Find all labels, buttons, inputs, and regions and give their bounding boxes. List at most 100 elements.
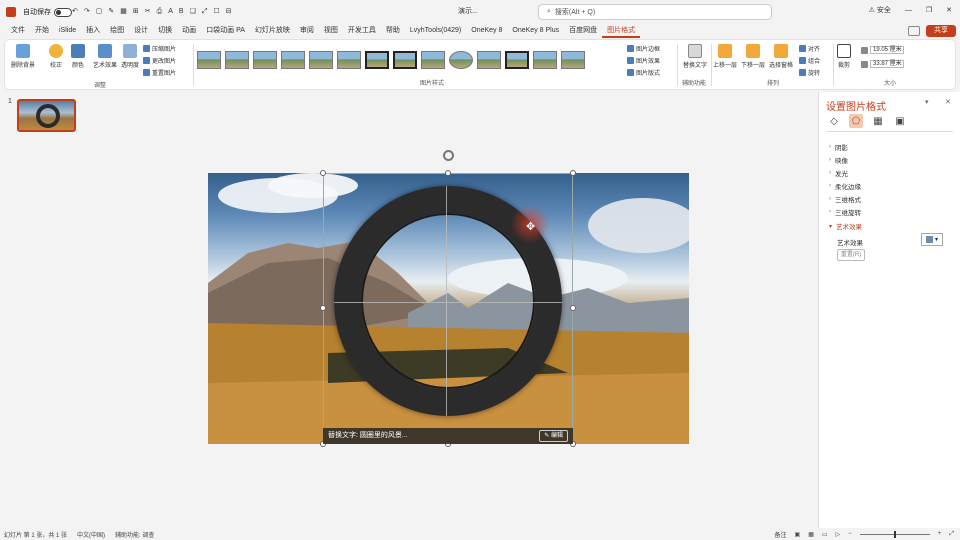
section-3d-rotation[interactable]: › 三维旋转 (829, 207, 861, 217)
tab-10[interactable]: 审阅 (295, 24, 319, 38)
comment-icon[interactable] (908, 26, 920, 36)
section-soft-edges[interactable]: › 柔化边缘 (829, 181, 861, 191)
slideshow-icon[interactable]: ▷ (836, 531, 841, 538)
picture-style-thumb[interactable] (393, 51, 417, 69)
section-artistic-effects[interactable]: ▾ 艺术效果 (829, 221, 862, 232)
qat-save-icon[interactable]: ▢ (94, 6, 105, 18)
resize-handle[interactable] (320, 170, 326, 176)
rotate-handle-icon[interactable] (443, 150, 454, 161)
picture-style-thumb[interactable] (505, 51, 529, 69)
group-button[interactable]: 组合 (799, 56, 820, 65)
qat-resize-icon[interactable]: ⤢ (200, 6, 210, 18)
reset-button[interactable]: 重置(R) (837, 249, 865, 261)
width-field[interactable]: 33.87 厘米 (861, 60, 904, 68)
tab-8[interactable]: 口袋动画 PA (201, 24, 250, 38)
picture-style-thumb[interactable] (281, 51, 305, 69)
send-backward-button[interactable]: 下移一层 (741, 44, 765, 69)
picture-category-icon[interactable]: ▣ (893, 114, 907, 128)
tab-3[interactable]: 插入 (81, 24, 105, 38)
width-input[interactable]: 33.87 厘米 (870, 60, 904, 68)
picture-layout-button[interactable]: 图片版式 (627, 68, 660, 77)
tab-2[interactable]: iSlide (54, 24, 81, 38)
tab-11[interactable]: 视图 (319, 24, 343, 38)
pane-close-icon[interactable]: ✕ (945, 98, 951, 106)
file-name[interactable]: 演示... (458, 6, 478, 16)
autosave-toggle[interactable] (54, 7, 72, 17)
accessibility-status[interactable]: 辅助功能: 调查 (115, 530, 154, 539)
picture-style-thumb[interactable] (253, 51, 277, 69)
close-button[interactable]: ✕ (946, 6, 952, 14)
bring-forward-button[interactable]: 上移一层 (713, 44, 737, 69)
tab-7[interactable]: 动画 (177, 24, 201, 38)
picture-style-thumb[interactable] (449, 51, 473, 69)
corrections-button[interactable]: 校正 (49, 44, 63, 69)
reading-view-icon[interactable]: ▭ (822, 531, 828, 538)
transparency-button[interactable]: 透明度 (121, 44, 139, 69)
minimize-button[interactable]: — (905, 7, 912, 14)
picture-style-thumb[interactable] (421, 51, 445, 69)
picture-style-thumb[interactable] (309, 51, 333, 69)
resize-handle[interactable] (570, 170, 576, 176)
compress-pictures-button[interactable]: 压缩图片 (143, 44, 176, 53)
picture-style-thumb[interactable] (477, 51, 501, 69)
tab-9[interactable]: 幻灯片放映 (250, 24, 295, 38)
tab-17[interactable]: 百度网盘 (564, 24, 602, 38)
section-3d-format[interactable]: › 三维格式 (829, 194, 861, 204)
share-button[interactable]: 共享 (926, 25, 956, 37)
crop-button[interactable]: 裁剪 (837, 44, 851, 69)
artistic-effects-button[interactable]: 艺术效果 (93, 44, 117, 69)
tab-15[interactable]: OneKey 8 (466, 24, 507, 38)
change-picture-button[interactable]: 更改图片 (143, 56, 176, 65)
qat-shape-icon[interactable]: ❏ (188, 6, 198, 18)
qat-layout-icon[interactable]: ⊟ (224, 6, 234, 18)
tab-0[interactable]: 文件 (6, 24, 30, 38)
height-input[interactable]: 19.05 厘米 (870, 46, 904, 54)
alt-text-edit-button[interactable]: ✎ 编辑 (539, 430, 568, 442)
notes-button[interactable]: 备注 (775, 530, 787, 539)
resize-handle[interactable] (570, 305, 576, 311)
tab-13[interactable]: 帮助 (381, 24, 405, 38)
zoom-out-icon[interactable]: − (848, 531, 852, 537)
tab-1[interactable]: 开始 (30, 24, 54, 38)
qat-cut-icon[interactable]: ✂ (143, 6, 153, 18)
color-button[interactable]: 颜色 (71, 44, 85, 69)
qat-font-icon[interactable]: A (166, 6, 175, 18)
qat-grid-icon[interactable]: ⊞ (131, 6, 141, 18)
rotate-button[interactable]: 旋转 (799, 68, 820, 77)
language[interactable]: 中文(中国) (77, 530, 105, 539)
slide-thumbnail[interactable] (17, 99, 76, 132)
alt-text-button[interactable]: 替换文字 (683, 44, 707, 69)
search-box[interactable]: ⌕ 搜索(Alt + Q) (538, 4, 772, 20)
height-field[interactable]: 19.05 厘米 (861, 46, 904, 54)
tab-4[interactable]: 绘图 (105, 24, 129, 38)
section-glow[interactable]: › 发光 (829, 168, 848, 178)
picture-border-button[interactable]: 图片边框 (627, 44, 660, 53)
qat-bold-icon[interactable]: B (177, 6, 186, 18)
sorter-view-icon[interactable]: ▦ (808, 531, 814, 538)
resize-handle[interactable] (320, 305, 326, 311)
reset-picture-button[interactable]: 重置图片 (143, 68, 176, 77)
tab-12[interactable]: 开发工具 (343, 24, 381, 38)
remove-background-button[interactable]: 删除背景 (11, 44, 35, 69)
picture-style-thumb[interactable] (197, 51, 221, 69)
picture-style-thumb[interactable] (365, 51, 389, 69)
qat-draw-icon[interactable]: ✎ (106, 6, 116, 18)
tab-14[interactable]: LvyhTools(0429) (405, 24, 466, 38)
selection-pane-button[interactable]: 选择窗格 (769, 44, 793, 69)
size-properties-icon[interactable]: ▦ (871, 114, 885, 128)
qat-table-icon[interactable]: ▦ (118, 6, 129, 18)
picture-style-thumb[interactable] (533, 51, 557, 69)
tab-18[interactable]: 图片格式 (602, 24, 641, 38)
picture-style-thumb[interactable] (225, 51, 249, 69)
maximize-button[interactable]: ❐ (926, 6, 932, 14)
security-warning[interactable]: ⚠ 安全 (869, 5, 891, 15)
effects-category-icon[interactable]: ⬠ (849, 114, 863, 128)
picture-style-thumb[interactable] (337, 51, 361, 69)
tab-16[interactable]: OneKey 8 Plus (507, 24, 564, 38)
qat-box-icon[interactable]: ☐ (211, 6, 221, 18)
artistic-effect-dropdown[interactable]: ▾ (921, 233, 943, 246)
zoom-slider[interactable] (859, 530, 930, 538)
tab-5[interactable]: 设计 (129, 24, 153, 38)
normal-view-icon[interactable]: ▣ (795, 531, 801, 538)
picture-effects-button[interactable]: 图片效果 (627, 56, 660, 65)
